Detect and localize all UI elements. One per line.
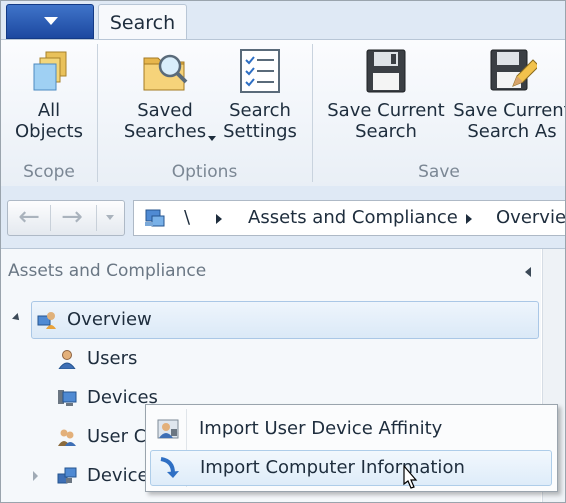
menu-item-label: Import User Device Affinity — [199, 418, 443, 439]
breadcrumb-separator-icon[interactable] — [216, 214, 222, 224]
menu-item-import-computer-information[interactable]: Import Computer Information — [150, 450, 552, 486]
mouse-pointer-icon — [403, 464, 418, 489]
expand-arrow-icon[interactable] — [33, 471, 38, 481]
ribbon-group-scope: All Objects Scope — [1, 40, 97, 186]
save-current-search-label: Save Current Search — [327, 100, 445, 142]
all-objects-icon — [24, 46, 74, 96]
tree-item-label: Users — [87, 348, 138, 369]
search-settings-button[interactable]: Search Settings — [220, 46, 300, 142]
ribbon: All Objects Scope Saved Searches Search … — [1, 39, 565, 187]
search-settings-icon — [235, 46, 285, 96]
search-settings-label: Search Settings — [223, 100, 297, 142]
ribbon-tab-strip: Search — [1, 1, 565, 41]
all-objects-label: All Objects — [14, 100, 83, 142]
chevron-down-icon — [208, 136, 216, 141]
breadcrumb-separator-icon[interactable] — [466, 214, 472, 224]
ribbon-group-save: Save Current Search Save Current Search … — [313, 40, 565, 186]
device-collections-icon — [57, 467, 77, 484]
save-current-search-as-button[interactable]: Save Current Search As — [453, 46, 566, 142]
console-window: Search All Objects Scope Saved Searches … — [0, 0, 566, 503]
group-label-scope: Scope — [23, 162, 75, 182]
pane-title: Assets and Compliance — [8, 261, 207, 281]
breadcrumb[interactable]: \ Assets and Compliance Overview — [133, 200, 565, 236]
history-dropdown[interactable] — [98, 201, 122, 235]
import-computer-icon — [160, 457, 179, 478]
chevron-down-icon — [44, 17, 58, 25]
app-menu-button[interactable] — [6, 4, 94, 39]
menu-item-label: Import Computer Information — [200, 457, 465, 478]
saved-searches-icon — [140, 46, 190, 96]
group-label-save: Save — [418, 162, 460, 182]
breadcrumb-root[interactable]: \ — [184, 201, 190, 235]
breadcrumb-assets-and-compliance[interactable]: Assets and Compliance — [248, 201, 458, 235]
menu-item-import-user-device-affinity[interactable]: Import User Device Affinity — [150, 412, 550, 446]
chevron-down-icon — [106, 215, 114, 220]
all-objects-button[interactable]: All Objects — [9, 46, 89, 142]
divider — [96, 205, 97, 231]
console-root-icon — [145, 209, 165, 227]
saved-searches-button[interactable]: Saved Searches — [118, 46, 212, 142]
expand-arrow-icon[interactable] — [12, 313, 22, 323]
user-collections-icon — [58, 429, 76, 446]
save-current-search-as-label: Save Current Search As — [453, 100, 566, 142]
ribbon-group-options: Saved Searches Search Settings Options — [98, 40, 311, 186]
collapse-pane-icon[interactable] — [525, 267, 531, 277]
save-as-icon — [487, 46, 540, 96]
devices-icon — [58, 390, 77, 406]
context-menu: Import User Device Affinity Import Compu… — [145, 404, 558, 492]
forward-arrow-icon[interactable]: → — [53, 201, 91, 235]
tree-item-label: Overview — [67, 309, 152, 330]
nav-buttons: ← → — [7, 200, 125, 236]
address-bar: ← → \ Assets and Compliance Overview — [1, 186, 565, 249]
overview-icon — [37, 312, 56, 329]
import-affinity-icon — [157, 419, 179, 439]
group-label-options: Options — [171, 162, 238, 182]
breadcrumb-overview[interactable]: Overview — [496, 201, 565, 235]
tree-item-label: Device — [87, 465, 149, 486]
divider — [50, 205, 51, 231]
user-icon — [58, 350, 76, 369]
floppy-disk-icon — [361, 46, 411, 96]
back-arrow-icon[interactable]: ← — [10, 201, 48, 235]
tab-search[interactable]: Search — [98, 4, 187, 41]
saved-searches-label: Saved Searches — [123, 100, 207, 142]
save-current-search-button[interactable]: Save Current Search — [327, 46, 445, 142]
